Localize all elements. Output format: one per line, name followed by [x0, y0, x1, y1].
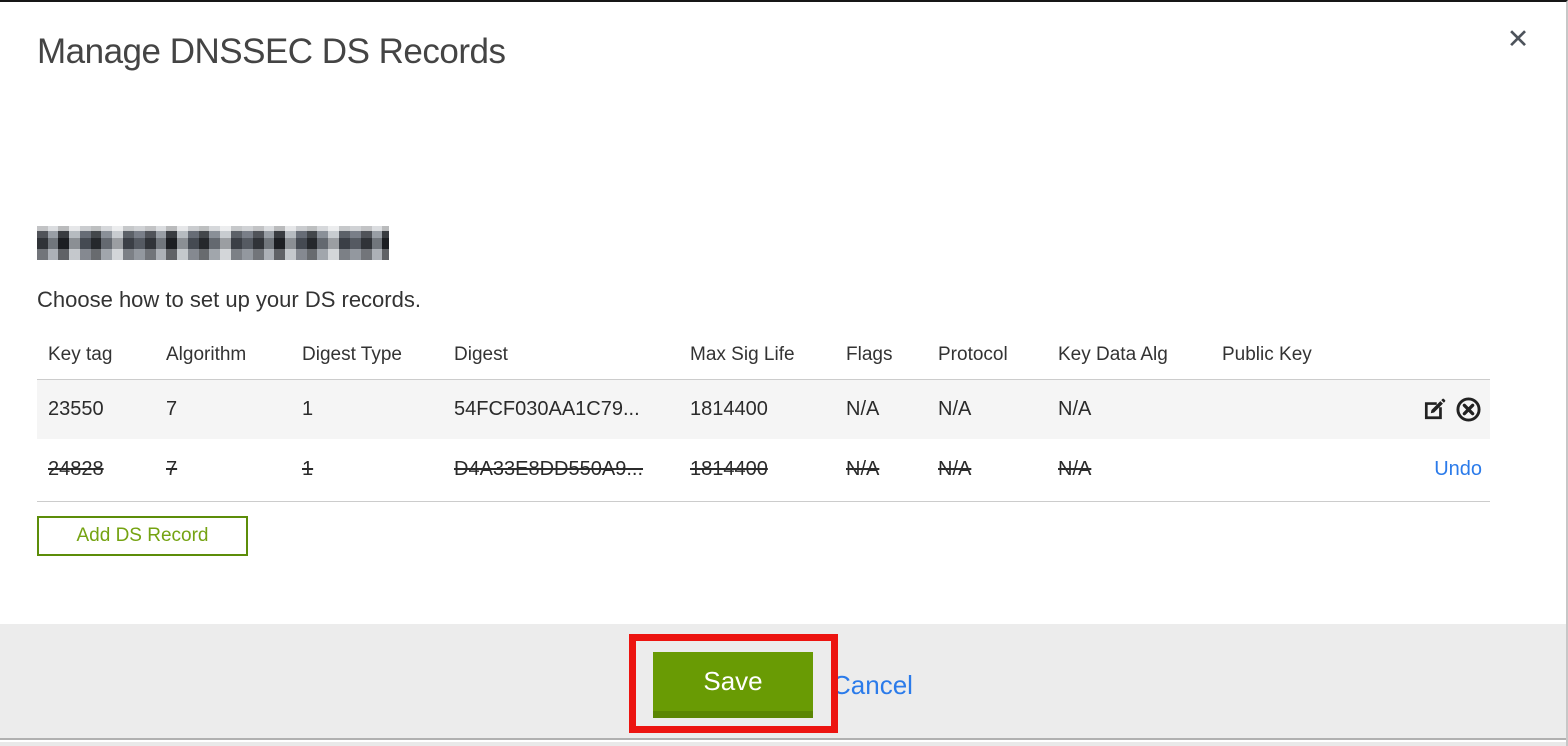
cell-key-data-alg: N/A: [1058, 397, 1092, 420]
cell-algorithm: 7: [166, 397, 178, 420]
table-header-row: Key tag Algorithm Digest Type Digest Max…: [37, 332, 1490, 379]
col-header-key-tag: Key tag: [48, 344, 113, 366]
cell-algorithm: 7: [166, 458, 178, 481]
cell-max-sig-life: 1814400: [690, 397, 768, 420]
cell-digest: D4A33E8DD550A9...: [454, 458, 644, 481]
table-row: 23550 7 1 54FCF030AA1C79... 1814400 N/A …: [37, 379, 1490, 439]
cell-key-tag: 24828: [48, 458, 104, 481]
manage-dnssec-modal: Manage DNSSEC DS Records ✕ Choose how to…: [0, 0, 1568, 746]
page-title: Manage DNSSEC DS Records: [37, 32, 506, 71]
cell-protocol: N/A: [938, 458, 972, 481]
cell-digest-type: 1: [302, 397, 314, 420]
cancel-link[interactable]: Cancel: [832, 670, 913, 701]
col-header-protocol: Protocol: [938, 344, 1008, 366]
cell-flags: N/A: [846, 458, 880, 481]
page-behind-modal: [0, 742, 1566, 746]
cell-digest-type: 1: [302, 458, 314, 481]
table-row-deleted: 24828 7 1 D4A33E8DD550A9... 1814400 N/A …: [37, 439, 1490, 501]
add-ds-record-button[interactable]: Add DS Record: [37, 516, 248, 556]
redacted-domain-name: [37, 226, 389, 260]
undo-link[interactable]: Undo: [1434, 458, 1482, 480]
col-header-key-data-alg: Key Data Alg: [1058, 344, 1168, 366]
col-header-public-key: Public Key: [1222, 344, 1312, 366]
cell-flags: N/A: [846, 397, 880, 420]
col-header-algorithm: Algorithm: [166, 344, 247, 366]
cell-max-sig-life: 1814400: [690, 458, 768, 481]
col-header-actions: [1351, 332, 1490, 379]
save-button[interactable]: Save: [653, 652, 813, 718]
col-header-digest: Digest: [454, 344, 508, 366]
ds-records-table: Key tag Algorithm Digest Type Digest Max…: [37, 332, 1490, 502]
col-header-max-sig-life: Max Sig Life: [690, 344, 795, 366]
cell-key-data-alg: N/A: [1058, 458, 1092, 481]
col-header-digest-type: Digest Type: [302, 344, 402, 366]
delete-record-icon[interactable]: [1455, 396, 1482, 423]
cell-key-tag: 23550: [48, 397, 104, 420]
instruction-text: Choose how to set up your DS records.: [37, 287, 421, 312]
edit-record-icon[interactable]: [1421, 396, 1448, 423]
cell-protocol: N/A: [938, 397, 972, 420]
cell-digest: 54FCF030AA1C79...: [454, 397, 640, 420]
close-icon[interactable]: ✕: [1500, 22, 1536, 58]
col-header-flags: Flags: [846, 344, 893, 366]
